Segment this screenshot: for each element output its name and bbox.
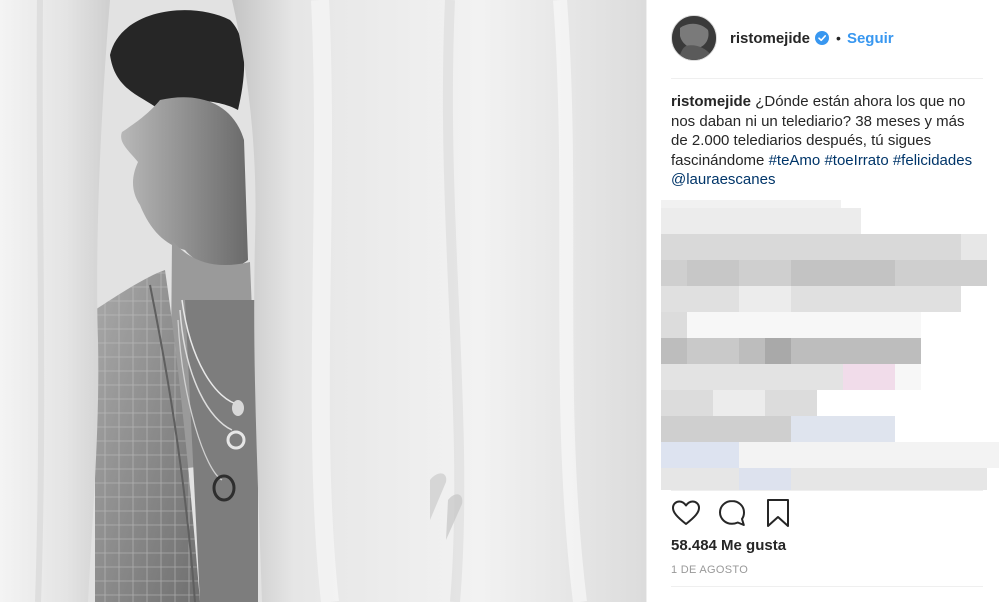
- avatar-image: [672, 16, 716, 60]
- post-actions: [671, 496, 983, 530]
- separator-dot: •: [836, 30, 841, 46]
- comments-list-obscured: [661, 200, 1000, 490]
- post-side-panel: ristomejide • Seguir ristomejide ¿Dónde …: [646, 0, 1000, 602]
- post-header: ristomejide • Seguir: [671, 14, 983, 62]
- pixelated-comments-image: [661, 200, 1000, 490]
- username-link[interactable]: ristomejide: [730, 30, 810, 47]
- hashtag-toeirrato[interactable]: #toeIrrato: [824, 152, 888, 169]
- verified-badge-icon: [815, 31, 830, 45]
- heart-icon[interactable]: [671, 498, 701, 528]
- post-photo[interactable]: [0, 0, 646, 602]
- actions-divider: [671, 490, 983, 491]
- bookmark-icon[interactable]: [763, 498, 793, 528]
- post-caption: ristomejide ¿Dónde están ahora los que n…: [671, 92, 981, 190]
- avatar[interactable]: [671, 15, 717, 61]
- mention-lauraescanes[interactable]: @lauraescanes: [671, 171, 775, 188]
- header-divider: [671, 78, 983, 79]
- caption-username[interactable]: ristomejide: [671, 93, 751, 110]
- post-photo-image: [0, 0, 646, 602]
- follow-button[interactable]: Seguir: [847, 30, 894, 47]
- footer-divider: [671, 586, 983, 587]
- likes-count[interactable]: 58.484 Me gusta: [671, 537, 786, 554]
- hashtag-teamo[interactable]: #teAmo: [769, 152, 821, 169]
- post-date: 1 DE AGOSTO: [671, 564, 749, 576]
- comment-bubble-icon[interactable]: [717, 498, 747, 528]
- hashtag-felicidades[interactable]: #felicidades: [893, 152, 972, 169]
- instagram-post: ristomejide • Seguir ristomejide ¿Dónde …: [0, 0, 1000, 602]
